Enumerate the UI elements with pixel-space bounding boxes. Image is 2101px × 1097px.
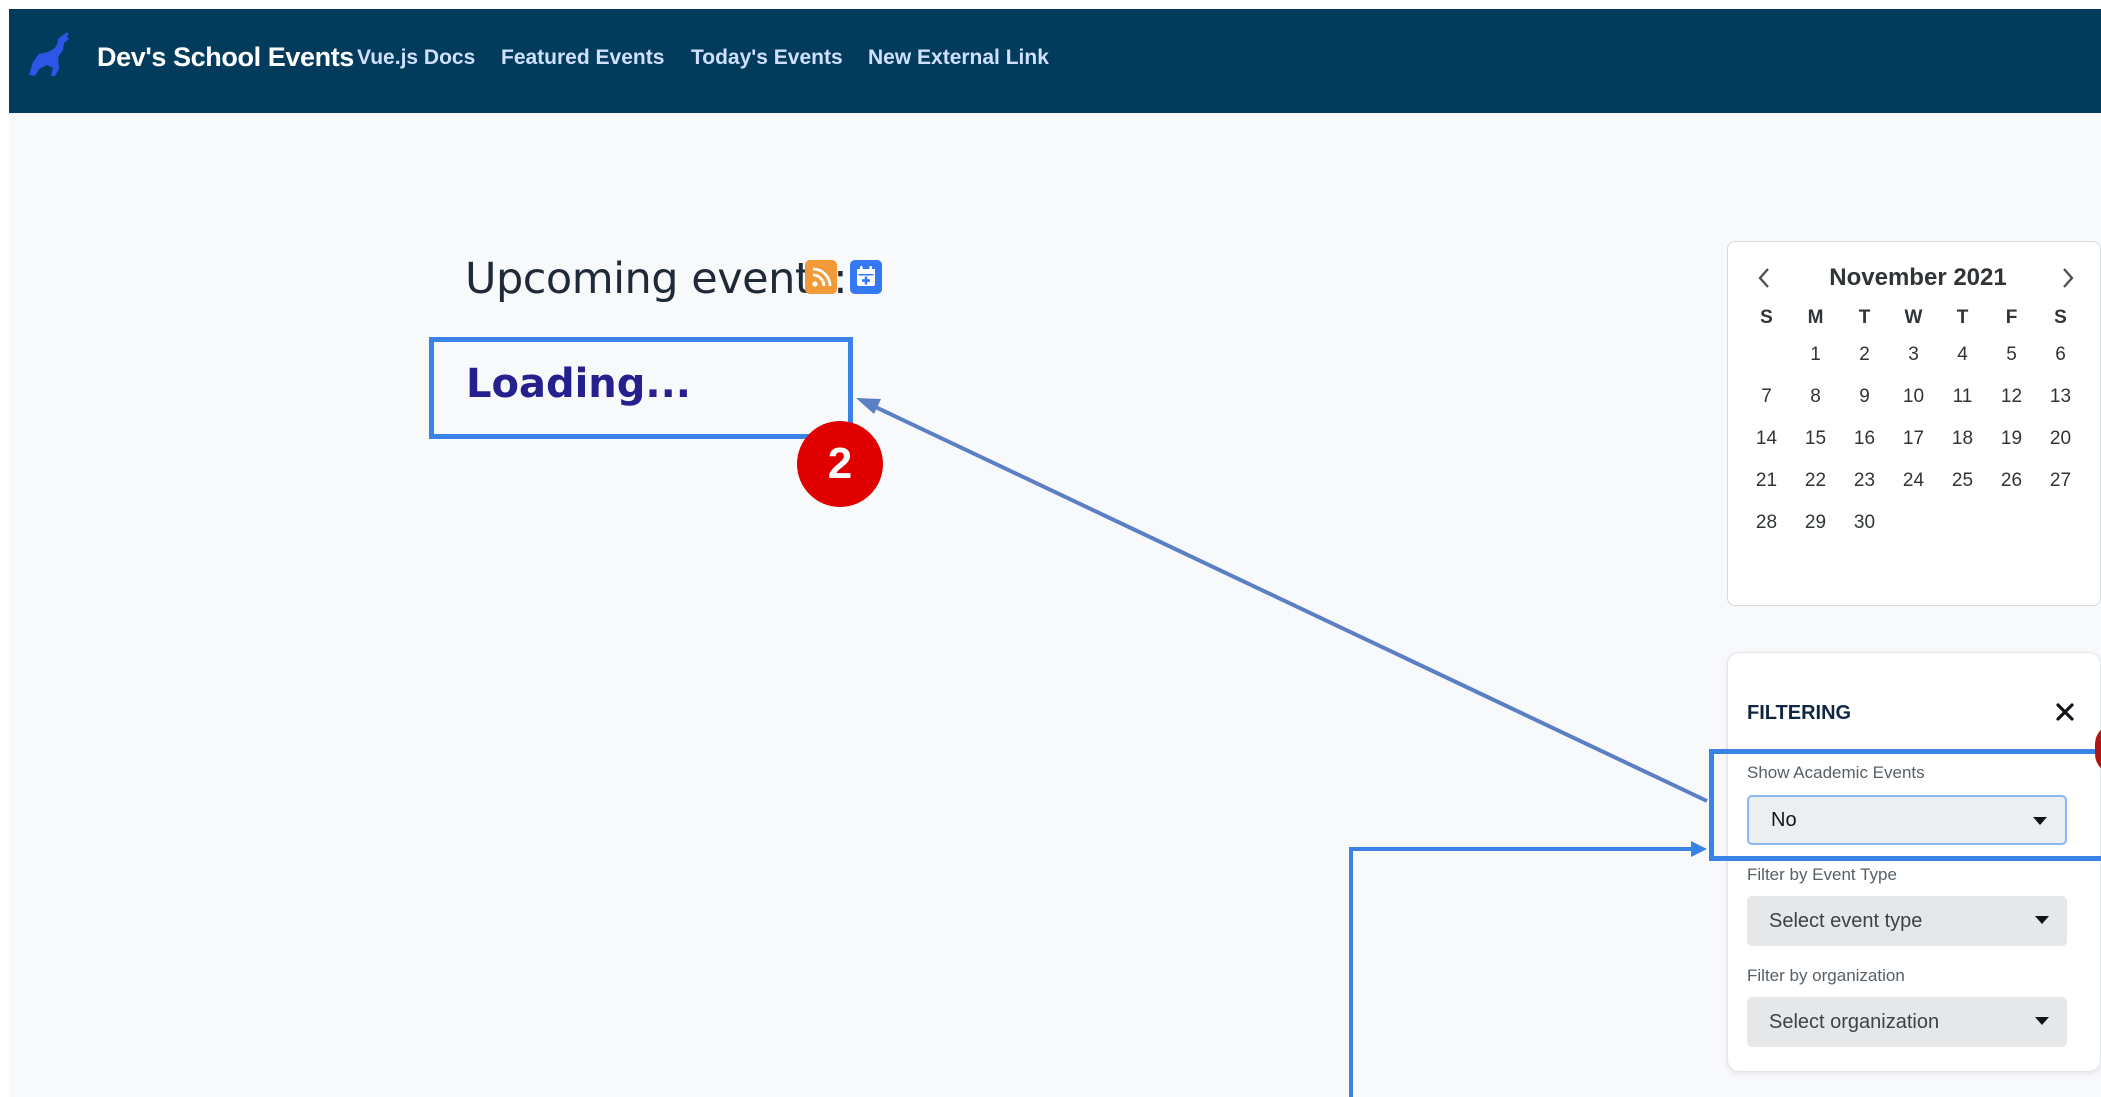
nav-link-vue-docs[interactable]: Vue.js Docs [357,46,475,70]
annotation-step-badge: 2 [797,421,883,507]
event-type-placeholder: Select event type [1769,909,1923,932]
calendar-grid: S M T W T F S 1 2 3 4 5 6 7 8 9 10 11 12… [1742,302,2094,544]
calendar-day[interactable]: 21 [1742,470,1791,492]
weekday-label: S [2054,307,2067,328]
calendar-day[interactable]: 25 [1938,470,1987,492]
calendar-day[interactable]: 3 [1889,344,1938,366]
calendar-day[interactable]: 20 [2036,428,2085,450]
calendar-day[interactable]: 29 [1791,512,1840,534]
event-type-label: Filter by Event Type [1747,865,1897,884]
calendar-day[interactable]: 4 [1938,344,1987,366]
calendar-day[interactable]: 15 [1791,428,1840,450]
calendar-day[interactable]: 30 [1840,512,1889,534]
calendar-prev-button[interactable] [1750,264,1778,292]
calendar-day[interactable]: 6 [2036,344,2085,366]
nav-link-todays-events[interactable]: Today's Events [691,46,843,70]
calendar-weekday-row: S M T W T F S [1742,302,2094,334]
page-heading: Upcoming events: [465,254,848,304]
calendar-day[interactable]: 28 [1742,512,1791,534]
calendar-next-button[interactable] [2054,264,2082,292]
calendar-day[interactable]: 2 [1840,344,1889,366]
calendar-week-row: 7 8 9 10 11 12 13 [1742,376,2094,418]
calendar-day[interactable]: 26 [1987,470,2036,492]
calendar-week-row: 1 2 3 4 5 6 [1742,334,2094,376]
calendar-day[interactable]: 24 [1889,470,1938,492]
calendar-day[interactable]: 27 [2036,470,2085,492]
nav-link-featured-events[interactable]: Featured Events [501,46,664,70]
calendar-day[interactable]: 18 [1938,428,1987,450]
calendar-day[interactable]: 9 [1840,386,1889,408]
calendar-week-row: 14 15 16 17 18 19 20 [1742,418,2094,460]
calendar-day[interactable]: 8 [1791,386,1840,408]
weekday-label: M [1807,307,1824,328]
calendar-widget: November 2021 S M T W T F S 1 2 3 4 5 6 … [1727,241,2101,606]
organization-select[interactable]: Select organization [1747,997,2067,1047]
weekday-label: S [1760,307,1773,328]
calendar-day[interactable]: 22 [1791,470,1840,492]
caret-down-icon [2035,916,2049,924]
calendar-day[interactable]: 23 [1840,470,1889,492]
filtering-panel: FILTERING Show Academic Events No Filter… [1727,652,2101,1072]
rss-icon[interactable] [805,260,837,294]
calendar-day[interactable]: 17 [1889,428,1938,450]
calendar-day[interactable]: 5 [1987,344,2036,366]
calendar-week-row: 28 29 30 [1742,502,2094,544]
calendar-day[interactable]: 14 [1742,428,1791,450]
close-icon [2056,703,2074,721]
chevron-left-icon [1758,268,1769,288]
calendar-day[interactable]: 13 [2036,386,2085,408]
calendar-month-label[interactable]: November 2021 [1798,264,2038,292]
filtering-close-button[interactable] [2052,699,2078,725]
calendar-day[interactable]: 11 [1938,386,1987,408]
brand-title[interactable]: Dev's School Events [97,42,354,73]
annotation-highlight-filter [1709,749,2101,861]
nav-link-new-external[interactable]: New External Link [868,46,1049,70]
weekday-label: T [1956,307,1969,328]
caret-down-icon [2035,1017,2049,1025]
page: Dev's School Events Vue.js Docs Featured… [9,9,2101,1097]
calendar-day[interactable]: 16 [1840,428,1889,450]
weekday-label: T [1858,307,1871,328]
calendar-day[interactable]: 10 [1889,386,1938,408]
calendar-week-row: 21 22 23 24 25 26 27 [1742,460,2094,502]
organization-label: Filter by organization [1747,966,1905,985]
calendar-day[interactable]: 12 [1987,386,2036,408]
organization-placeholder: Select organization [1769,1010,1940,1033]
top-navbar: Dev's School Events Vue.js Docs Featured… [9,9,2101,113]
weekday-label: W [1904,307,1923,328]
calendar-add-icon[interactable] [850,260,882,294]
filtering-title: FILTERING [1747,702,1852,724]
chevron-right-icon [2063,268,2074,288]
calendar-day[interactable]: 19 [1987,428,2036,450]
weekday-label: F [2005,307,2018,328]
annotation-highlight-loading [429,337,853,439]
event-type-select[interactable]: Select event type [1747,896,2067,946]
calendar-day[interactable]: 7 [1742,386,1791,408]
calendar-day[interactable]: 1 [1791,344,1840,366]
greyhound-logo-icon[interactable] [23,31,73,81]
